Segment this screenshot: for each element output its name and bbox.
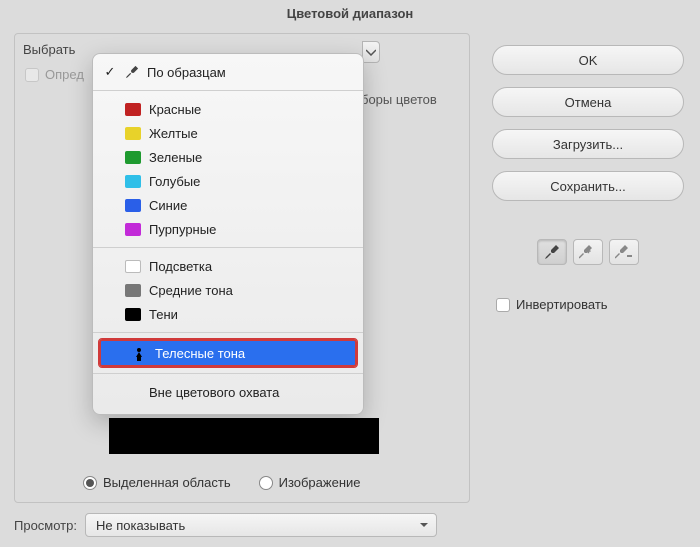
ok-button[interactable]: OK <box>492 45 684 75</box>
menu-item-label: Телесные тона <box>155 346 245 361</box>
menu-item-label: Зеленые <box>149 150 202 165</box>
menu-item-cyans[interactable]: Голубые <box>93 169 363 193</box>
menu-item-yellows[interactable]: Желтые <box>93 121 363 145</box>
menu-separator <box>93 247 363 248</box>
partial-text: боры цветов <box>361 92 437 107</box>
eyedropper-tools <box>492 239 684 265</box>
menu-item-label: Желтые <box>149 126 198 141</box>
swatch-icon <box>125 175 141 188</box>
checkbox-icon <box>496 298 510 312</box>
preview-label: Просмотр: <box>14 518 77 533</box>
menu-separator <box>93 90 363 91</box>
detect-faces-label: Опред <box>45 67 84 82</box>
menu-item-out-of-gamut[interactable]: Вне цветового охвата <box>93 380 363 404</box>
menu-item-blues[interactable]: Синие <box>93 193 363 217</box>
radio-image-label: Изображение <box>279 475 361 490</box>
menu-item-reds[interactable]: Красные <box>93 97 363 121</box>
menu-item-label: Тени <box>149 307 178 322</box>
load-button[interactable]: Загрузить... <box>492 129 684 159</box>
menu-item-highlights[interactable]: Подсветка <box>93 254 363 278</box>
eyedropper-plus-button[interactable] <box>573 239 603 265</box>
radio-image[interactable]: Изображение <box>259 475 361 490</box>
preview-select[interactable]: Не показывать <box>85 513 437 537</box>
right-panel: OK Отмена Загрузить... Сохранить... Инве… <box>492 45 684 312</box>
menu-item-sampled-colors[interactable]: ✓ По образцам <box>93 60 363 84</box>
menu-item-label: Красные <box>149 102 201 117</box>
cancel-button[interactable]: Отмена <box>492 87 684 117</box>
check-icon: ✓ <box>103 64 117 80</box>
menu-item-label: Средние тона <box>149 283 233 298</box>
eyedropper-minus-icon <box>615 244 633 260</box>
eyedropper-plus-icon <box>579 244 597 260</box>
select-dropdown-menu: ✓ По образцам Красные Желтые Зеленые Гол… <box>92 53 364 415</box>
radio-icon <box>259 476 273 490</box>
swatch-icon <box>125 260 141 273</box>
menu-separator <box>93 373 363 374</box>
swatch-icon <box>125 103 141 116</box>
preview-select-value: Не показывать <box>96 518 185 533</box>
menu-item-magentas[interactable]: Пурпурные <box>93 217 363 241</box>
menu-item-label: Пурпурные <box>149 222 216 237</box>
swatch-icon <box>125 127 141 140</box>
swatch-icon <box>125 284 141 297</box>
menu-item-label: По образцам <box>147 65 226 80</box>
swatch-icon <box>125 223 141 236</box>
menu-item-label: Синие <box>149 198 187 213</box>
eyedropper-minus-button[interactable] <box>609 239 639 265</box>
swatch-icon <box>125 308 141 321</box>
invert-checkbox[interactable]: Инвертировать <box>496 297 684 312</box>
invert-label: Инвертировать <box>516 297 608 312</box>
eyedropper-icon <box>544 244 560 260</box>
save-button[interactable]: Сохранить... <box>492 171 684 201</box>
preview-row: Просмотр: Не показывать <box>14 513 437 537</box>
swatch-icon <box>125 199 141 212</box>
menu-item-label: Вне цветового охвата <box>149 385 279 400</box>
radio-selection-label: Выделенная область <box>103 475 231 490</box>
select-dropdown-caret[interactable] <box>362 41 380 63</box>
menu-item-label: Подсветка <box>149 259 212 274</box>
menu-item-label: Голубые <box>149 174 200 189</box>
radio-icon <box>83 476 97 490</box>
dialog-body: Выбрать Опред боры цветов Выделенная обл… <box>0 27 700 522</box>
menu-item-skin-tones[interactable]: Телесные тона <box>99 339 357 367</box>
eyedropper-button[interactable] <box>537 239 567 265</box>
person-icon <box>133 347 147 360</box>
eyedropper-icon <box>125 65 139 79</box>
menu-item-shadows[interactable]: Тени <box>93 302 363 326</box>
checkbox-icon <box>25 68 39 82</box>
menu-separator <box>93 332 363 333</box>
preview-area <box>109 418 379 454</box>
dialog-title: Цветовой диапазон <box>0 0 700 27</box>
menu-item-greens[interactable]: Зеленые <box>93 145 363 169</box>
swatch-icon <box>125 151 141 164</box>
radio-selection[interactable]: Выделенная область <box>83 475 231 490</box>
select-label: Выбрать <box>23 42 75 57</box>
menu-item-midtones[interactable]: Средние тона <box>93 278 363 302</box>
